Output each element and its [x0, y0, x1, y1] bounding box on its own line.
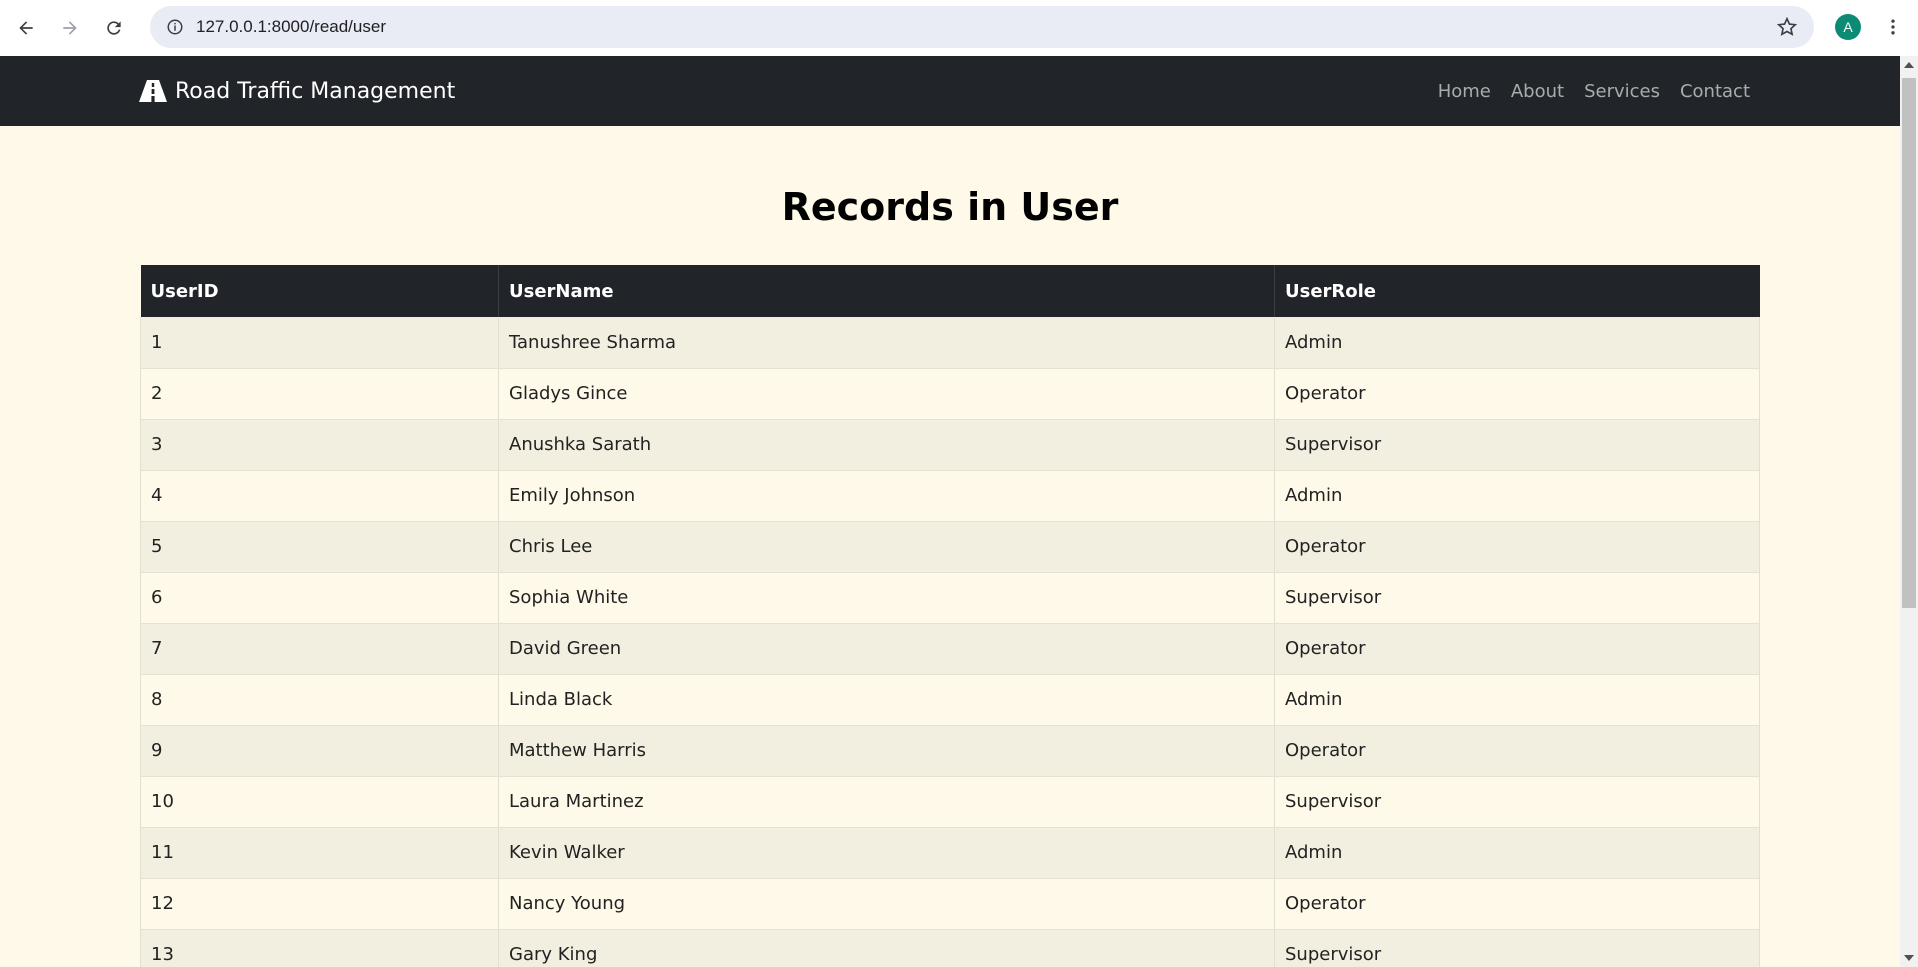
arrow-left-icon — [19, 21, 33, 35]
header-userid: UserID — [140, 265, 499, 317]
table-row: 1 Tanushree Sharma Admin — [140, 317, 1760, 369]
cell-userrole: Operator — [1274, 623, 1760, 675]
cell-username: Gladys Gince — [498, 368, 1275, 420]
page-scrollbar[interactable] — [1900, 56, 1918, 967]
table-row: 10 Laura Martinez Supervisor — [140, 776, 1760, 828]
cell-userrole: Admin — [1274, 317, 1760, 369]
cell-username: Anushka Sarath — [498, 419, 1275, 471]
table-row: 4 Emily Johnson Admin — [140, 470, 1760, 522]
records-table-container: UserID UserName UserRole 1 Tanushree Shar… — [140, 265, 1760, 967]
table-row: 2 Gladys Gince Operator — [140, 368, 1760, 420]
cell-username: Matthew Harris — [498, 725, 1275, 777]
nav-link-services[interactable]: Services — [1584, 81, 1660, 102]
table-row: 13 Gary King Supervisor — [140, 929, 1760, 967]
table-header: UserID UserName UserRole — [140, 265, 1760, 317]
cell-userrole: Admin — [1274, 827, 1760, 879]
table-row: 9 Matthew Harris Operator — [140, 725, 1760, 777]
nav-links: Home About Services Contact — [1438, 56, 1750, 126]
cell-username: Tanushree Sharma — [498, 317, 1275, 369]
header-row: UserID UserName UserRole — [140, 265, 1760, 317]
arrow-right-icon — [63, 21, 77, 35]
records-table: UserID UserName UserRole 1 Tanushree Shar… — [140, 265, 1760, 967]
cell-username: Chris Lee — [498, 521, 1275, 573]
cell-userrole: Operator — [1274, 878, 1760, 930]
table-row: 8 Linda Black Admin — [140, 674, 1760, 726]
page-title: Records in User — [781, 185, 1119, 229]
cell-userid: 10 — [140, 776, 499, 828]
cell-userid: 9 — [140, 725, 499, 777]
site-navbar: Road Traffic Management Home About Servi… — [0, 56, 1900, 126]
cell-username: Kevin Walker — [498, 827, 1275, 879]
cell-username: Laura Martinez — [498, 776, 1275, 828]
cell-userid: 4 — [140, 470, 499, 522]
header-username: UserName — [498, 265, 1275, 317]
cell-userrole: Operator — [1274, 368, 1760, 420]
cell-userid: 11 — [140, 827, 499, 879]
cell-userid: 6 — [140, 572, 499, 624]
nav-link-home[interactable]: Home — [1438, 81, 1491, 102]
cell-username: Linda Black — [498, 674, 1275, 726]
back-button[interactable] — [8, 10, 44, 46]
road-icon — [139, 80, 167, 102]
browser-menu-icon[interactable] — [1880, 14, 1906, 40]
profile-avatar[interactable]: A — [1835, 14, 1861, 40]
cell-username: Emily Johnson — [498, 470, 1275, 522]
reload-button[interactable] — [96, 10, 132, 46]
cell-username: Sophia White — [498, 572, 1275, 624]
url-text: 127.0.0.1:8000/read/user — [196, 17, 386, 36]
nav-link-about[interactable]: About — [1511, 81, 1564, 102]
cell-userrole: Admin — [1274, 674, 1760, 726]
table-row: 12 Nancy Young Operator — [140, 878, 1760, 930]
cell-userid: 1 — [140, 317, 499, 369]
cell-userid: 7 — [140, 623, 499, 675]
header-userrole: UserRole — [1274, 265, 1760, 317]
cell-userrole: Supervisor — [1274, 419, 1760, 471]
scroll-thumb[interactable] — [1902, 78, 1916, 608]
brand-link[interactable]: Road Traffic Management — [139, 56, 455, 126]
nav-link-contact[interactable]: Contact — [1680, 81, 1750, 102]
site-info-icon[interactable] — [164, 16, 186, 38]
table-row: 5 Chris Lee Operator — [140, 521, 1760, 573]
forward-button[interactable] — [52, 10, 88, 46]
cell-userrole: Supervisor — [1274, 776, 1760, 828]
table-row: 3 Anushka Sarath Supervisor — [140, 419, 1760, 471]
cell-userid: 12 — [140, 878, 499, 930]
cell-userid: 3 — [140, 419, 499, 471]
cell-userrole: Supervisor — [1274, 929, 1760, 967]
cell-username: David Green — [498, 623, 1275, 675]
cell-userid: 5 — [140, 521, 499, 573]
cell-userrole: Operator — [1274, 725, 1760, 777]
cell-userrole: Operator — [1274, 521, 1760, 573]
cell-username: Gary King — [498, 929, 1275, 967]
address-bar[interactable]: 127.0.0.1:8000/read/user — [150, 6, 1814, 48]
table-row: 6 Sophia White Supervisor — [140, 572, 1760, 624]
cell-userrole: Supervisor — [1274, 572, 1760, 624]
cell-username: Nancy Young — [498, 878, 1275, 930]
bookmark-star-icon[interactable] — [1776, 16, 1798, 38]
brand-text: Road Traffic Management — [175, 78, 456, 104]
reload-icon — [107, 21, 121, 35]
table-row: 7 David Green Operator — [140, 623, 1760, 675]
cell-userrole: Admin — [1274, 470, 1760, 522]
table-body: 1 Tanushree Sharma Admin 2 Gladys Gince Opera… — [140, 317, 1760, 967]
scroll-up-icon[interactable] — [1904, 62, 1914, 68]
cell-userid: 2 — [140, 368, 499, 420]
browser-toolbar: 127.0.0.1:8000/read/user A — [0, 0, 1918, 56]
cell-userid: 13 — [140, 929, 499, 967]
cell-userid: 8 — [140, 674, 499, 726]
table-row: 11 Kevin Walker Admin — [140, 827, 1760, 879]
scroll-down-icon[interactable] — [1904, 955, 1914, 961]
